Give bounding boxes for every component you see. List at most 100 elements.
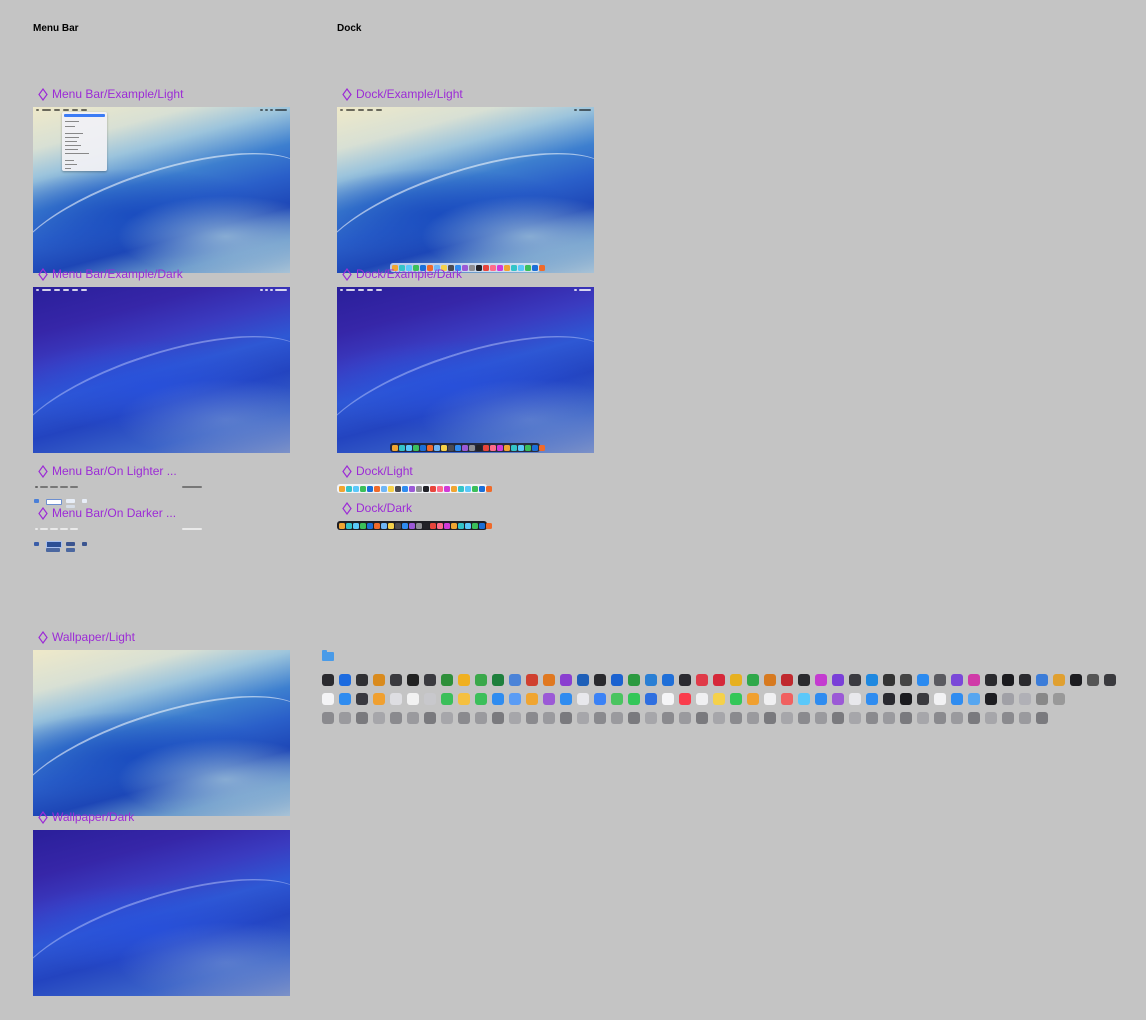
app-icon[interactable] bbox=[900, 712, 912, 724]
app-icon[interactable] bbox=[679, 674, 691, 686]
app-icon[interactable] bbox=[662, 712, 674, 724]
app-icon[interactable] bbox=[883, 693, 895, 705]
app-icon[interactable] bbox=[356, 674, 368, 686]
app-icon[interactable] bbox=[832, 674, 844, 686]
dock-app-icon[interactable] bbox=[374, 522, 380, 529]
dock-app-icon[interactable] bbox=[532, 444, 538, 451]
dock-app-icon[interactable] bbox=[339, 485, 345, 492]
app-icon[interactable] bbox=[1053, 674, 1065, 686]
dock-app-icon[interactable] bbox=[451, 522, 457, 529]
app-icon[interactable] bbox=[781, 674, 793, 686]
app-icon[interactable] bbox=[1019, 693, 1031, 705]
app-icon[interactable] bbox=[339, 674, 351, 686]
dock-app-icon[interactable] bbox=[458, 522, 464, 529]
app-icon[interactable] bbox=[849, 674, 861, 686]
app-icon[interactable] bbox=[441, 712, 453, 724]
dock-app-icon[interactable] bbox=[483, 444, 489, 451]
dock-app-icon[interactable] bbox=[437, 485, 443, 492]
app-icon[interactable] bbox=[696, 674, 708, 686]
app-icon[interactable] bbox=[883, 712, 895, 724]
app-icon[interactable] bbox=[713, 693, 725, 705]
app-icon[interactable] bbox=[560, 674, 572, 686]
app-icon[interactable] bbox=[492, 712, 504, 724]
dock-app-icon[interactable] bbox=[486, 522, 492, 529]
dock-app-icon[interactable] bbox=[392, 444, 398, 451]
app-icon[interactable] bbox=[577, 674, 589, 686]
app-icon[interactable] bbox=[968, 674, 980, 686]
app-icon[interactable] bbox=[730, 693, 742, 705]
dock-app-icon[interactable] bbox=[395, 522, 401, 529]
app-icon[interactable] bbox=[730, 674, 742, 686]
app-icon[interactable] bbox=[628, 693, 640, 705]
app-icon[interactable] bbox=[594, 712, 606, 724]
app-icon[interactable] bbox=[1087, 674, 1099, 686]
app-icon[interactable] bbox=[798, 693, 810, 705]
folder-icon[interactable] bbox=[322, 650, 334, 661]
app-icon[interactable] bbox=[594, 674, 606, 686]
app-icon[interactable] bbox=[764, 674, 776, 686]
app-icon[interactable] bbox=[696, 693, 708, 705]
dock-app-icon[interactable] bbox=[472, 485, 478, 492]
app-icon[interactable] bbox=[458, 712, 470, 724]
dock-app-icon[interactable] bbox=[504, 444, 510, 451]
dock-app-icon[interactable] bbox=[472, 522, 478, 529]
dock-light-component[interactable] bbox=[337, 484, 492, 493]
app-icon[interactable] bbox=[339, 693, 351, 705]
dock-app-icon[interactable] bbox=[490, 444, 496, 451]
app-icon[interactable] bbox=[934, 693, 946, 705]
app-icon[interactable] bbox=[407, 674, 419, 686]
dock-app-icon[interactable] bbox=[381, 485, 387, 492]
dock-app-icon[interactable] bbox=[430, 485, 436, 492]
wallpaper-light-frame[interactable] bbox=[33, 650, 290, 816]
app-icon[interactable] bbox=[1019, 712, 1031, 724]
app-icon[interactable] bbox=[832, 693, 844, 705]
dock-app-icon[interactable] bbox=[511, 264, 517, 271]
dock-app-icon[interactable] bbox=[441, 444, 447, 451]
app-icon[interactable] bbox=[594, 693, 606, 705]
app-icon[interactable] bbox=[985, 693, 997, 705]
app-icon[interactable] bbox=[509, 712, 521, 724]
app-icon[interactable] bbox=[1104, 674, 1116, 686]
app-icon[interactable] bbox=[1019, 674, 1031, 686]
dock-app-icon[interactable] bbox=[353, 522, 359, 529]
app-icon[interactable] bbox=[815, 693, 827, 705]
app-icon[interactable] bbox=[951, 674, 963, 686]
dock-app-icon[interactable] bbox=[374, 485, 380, 492]
dock-app-icon[interactable] bbox=[423, 522, 429, 529]
app-icon[interactable] bbox=[713, 712, 725, 724]
dock-app-icon[interactable] bbox=[367, 522, 373, 529]
dock-app-icon[interactable] bbox=[381, 522, 387, 529]
component-label-menu-bar-example-light[interactable]: Menu Bar/Example/Light bbox=[38, 87, 183, 101]
app-icon[interactable] bbox=[339, 712, 351, 724]
dock-app-icon[interactable] bbox=[360, 485, 366, 492]
dock-app-icon[interactable] bbox=[413, 444, 419, 451]
app-icon[interactable] bbox=[951, 712, 963, 724]
app-icon[interactable] bbox=[441, 674, 453, 686]
dock-app-icon[interactable] bbox=[360, 522, 366, 529]
dock-app-icon[interactable] bbox=[476, 444, 482, 451]
app-icon[interactable] bbox=[458, 693, 470, 705]
dock-app-icon[interactable] bbox=[402, 485, 408, 492]
app-icon[interactable] bbox=[662, 674, 674, 686]
dock-app-icon[interactable] bbox=[388, 522, 394, 529]
app-icon[interactable] bbox=[866, 712, 878, 724]
app-icon[interactable] bbox=[798, 674, 810, 686]
app-icon[interactable] bbox=[849, 712, 861, 724]
dock-app-icon[interactable] bbox=[479, 485, 485, 492]
app-icon[interactable] bbox=[968, 693, 980, 705]
dock-app-icon[interactable] bbox=[451, 485, 457, 492]
app-icon[interactable] bbox=[934, 712, 946, 724]
app-icon[interactable] bbox=[356, 712, 368, 724]
app-icon[interactable] bbox=[645, 693, 657, 705]
component-label-wallpaper-dark[interactable]: Wallpaper/Dark bbox=[38, 810, 134, 824]
app-icon[interactable] bbox=[543, 712, 555, 724]
menu-bar-on-lighter-strip[interactable] bbox=[35, 484, 202, 489]
dock-app-icon[interactable] bbox=[539, 264, 545, 271]
app-icon[interactable] bbox=[968, 712, 980, 724]
app-icon[interactable] bbox=[424, 712, 436, 724]
app-icon[interactable] bbox=[390, 693, 402, 705]
app-icon[interactable] bbox=[628, 712, 640, 724]
dock-app-icon[interactable] bbox=[434, 444, 440, 451]
dock-app-icon[interactable] bbox=[532, 264, 538, 271]
app-icon[interactable] bbox=[696, 712, 708, 724]
